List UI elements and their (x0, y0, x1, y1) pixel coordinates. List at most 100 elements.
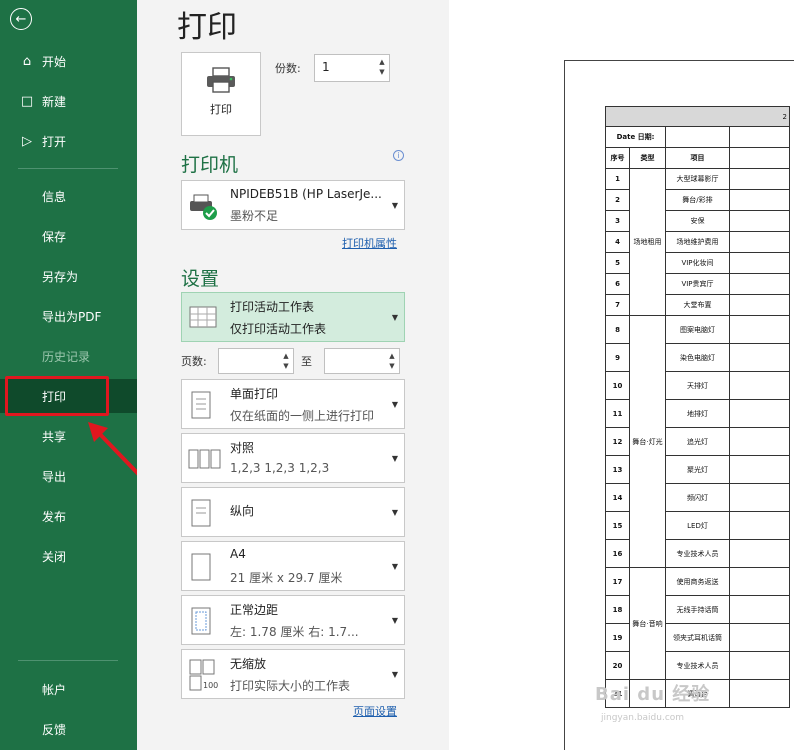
nav-history-label: 历史记录 (42, 349, 91, 364)
collate-dropdown[interactable]: 对照 1,2,3 1,2,3 1,2,3 ▼ (181, 433, 405, 483)
print-preview: 2 Date 日期: 序号 类型 项目 1 场地租用 大型球幕影厅 2 舞台/彩排 3… (449, 0, 794, 750)
printer-icon (207, 67, 235, 93)
pages-to-spinner[interactable]: ▲ ▼ (387, 351, 397, 371)
table-cell: 舞台/彩排 (665, 189, 730, 211)
nav-save-as[interactable]: 另存为 (0, 259, 137, 293)
margins-dropdown[interactable]: 正常边距 左: 1.78 厘米 右: 1.7... ▼ (181, 595, 405, 645)
print-settings-panel: 打印 打印 份数: 1 ▲ ▼ 打印机 i NPIDEB51B (HP Laser… (137, 0, 449, 750)
nav-feedback[interactable]: 反馈 (0, 712, 137, 746)
home-icon: ⌂ (22, 53, 32, 69)
backstage-sidebar: ← ⌂ 开始 □ 新建 ▷ 打开 信息 保存 另存为 导出为PDF 历史记录 打… (0, 0, 137, 750)
nav-open[interactable]: ▷ 打开 (0, 124, 137, 158)
sheet-grid-icon (189, 306, 217, 328)
highlight-box (5, 376, 109, 416)
table-cell: 染色电脑灯 (665, 343, 730, 372)
chevron-down-icon: ▼ (391, 562, 398, 571)
table-cell: 大堂布置 (665, 294, 730, 316)
nav-home-label: 开始 (42, 54, 67, 69)
orientation-dropdown[interactable]: 纵向 ▼ (181, 487, 405, 537)
spin-down-icon[interactable]: ▼ (281, 361, 291, 371)
table-cell: 图案电脑灯 (665, 315, 730, 344)
table-row: 18 (605, 595, 630, 624)
nav-new[interactable]: □ 新建 (0, 84, 137, 118)
copies-value: 1 (322, 60, 330, 74)
nav-save[interactable]: 保存 (0, 219, 137, 253)
table-row: 13 (605, 455, 630, 484)
table-row: 8 (605, 315, 630, 344)
open-folder-icon: ▷ (22, 133, 32, 149)
table-cell: 频闪灯 (665, 483, 730, 512)
spin-down-icon[interactable]: ▼ (387, 361, 397, 371)
table-cell: LED灯 (665, 511, 730, 540)
pages-to-label: 至 (301, 355, 312, 368)
spin-up-icon[interactable]: ▲ (377, 57, 387, 67)
table-row: 15 (605, 511, 630, 540)
table-cell: 聚光灯 (665, 455, 730, 484)
nav-account[interactable]: 帐户 (0, 672, 137, 706)
nav-new-label: 新建 (42, 94, 67, 109)
printer-name: NPIDEB51B (HP LaserJe... (230, 187, 382, 201)
spin-up-icon[interactable]: ▲ (281, 351, 291, 361)
table-row: 3 (605, 210, 630, 232)
preview-group: 舞台·音响 (629, 567, 666, 680)
table-row: 14 (605, 483, 630, 512)
table-row: 10 (605, 371, 630, 400)
printer-section-title: 打印机 (181, 154, 239, 176)
setting-line1: 无缩放 (230, 657, 267, 671)
page-setup-link[interactable]: 页面设置 (353, 703, 397, 719)
table-row: 19 (605, 623, 630, 652)
pages-from-input[interactable]: ▲ ▼ (218, 348, 294, 374)
table-cell: 天排灯 (665, 371, 730, 400)
printer-properties-link[interactable]: 打印机属性 (342, 235, 397, 251)
nav-history: 历史记录 (0, 339, 137, 373)
scaling-dropdown[interactable]: 100 无缩放 打印实际大小的工作表 ▼ (181, 649, 405, 699)
nav-account-label: 帐户 (42, 682, 67, 697)
chevron-down-icon: ▼ (391, 508, 398, 517)
chevron-down-icon: ▼ (391, 400, 398, 409)
table-row: 7 (605, 294, 630, 316)
table-row: 9 (605, 343, 630, 372)
preview-date: Date 日期: (605, 126, 666, 148)
print-what-dropdown[interactable]: 打印活动工作表 仅打印活动工作表 ▼ (181, 292, 405, 342)
print-button[interactable]: 打印 (181, 52, 261, 136)
pages-from-spinner[interactable]: ▲ ▼ (281, 351, 291, 371)
baidu-watermark: Bai du 经验 (595, 684, 711, 705)
table-cell: 地排灯 (665, 399, 730, 428)
collate-icon (188, 449, 221, 469)
back-arrow-icon[interactable]: ← (10, 8, 32, 30)
nav-export-pdf[interactable]: 导出为PDF (0, 299, 137, 333)
setting-line1: A4 (230, 547, 246, 561)
table-cell: 大型球幕影厅 (665, 168, 730, 190)
spin-down-icon[interactable]: ▼ (377, 67, 387, 77)
nav-publish[interactable]: 发布 (0, 499, 137, 533)
nav-info[interactable]: 信息 (0, 179, 137, 213)
paper-size-icon (191, 553, 211, 581)
table-row: 1 (605, 168, 630, 190)
preview-group: 场地租用 (629, 168, 666, 316)
preview-page: 2 Date 日期: 序号 类型 项目 1 场地租用 大型球幕影厅 2 舞台/彩排 3… (564, 60, 794, 750)
chevron-down-icon: ▼ (391, 616, 398, 625)
pages-to-input[interactable]: ▲ ▼ (324, 348, 400, 374)
nav-home[interactable]: ⌂ 开始 (0, 44, 137, 78)
baidu-watermark-url: jingyan.baidu.com (601, 713, 685, 723)
new-document-icon: □ (20, 93, 34, 109)
table-row: 4 (605, 231, 630, 253)
setting-line1: 单面打印 (230, 387, 279, 401)
nav-close-label: 关闭 (42, 549, 67, 564)
preview-header: 类型 (629, 147, 666, 169)
setting-line2: 左: 1.78 厘米 右: 1.7... (230, 625, 359, 639)
info-icon[interactable]: i (393, 150, 404, 161)
paper-size-dropdown[interactable]: A4 21 厘米 x 29.7 厘米 ▼ (181, 541, 405, 591)
spin-up-icon[interactable]: ▲ (387, 351, 397, 361)
copies-spinner[interactable]: ▲ ▼ (377, 57, 387, 77)
nav-close[interactable]: 关闭 (0, 539, 137, 573)
printer-status: 墨粉不足 (230, 209, 279, 223)
preview-header: 项目 (665, 147, 730, 169)
pages-label: 页数: (181, 355, 207, 368)
printer-dropdown[interactable]: NPIDEB51B (HP LaserJe... 墨粉不足 ▼ (181, 180, 405, 230)
sides-dropdown[interactable]: 单面打印 仅在纸面的一侧上进行打印 ▼ (181, 379, 405, 429)
table-cell: 无线手持话筒 (665, 595, 730, 624)
copies-input[interactable]: 1 ▲ ▼ (314, 54, 390, 82)
chevron-down-icon: ▼ (391, 313, 398, 322)
portrait-icon (191, 499, 211, 527)
